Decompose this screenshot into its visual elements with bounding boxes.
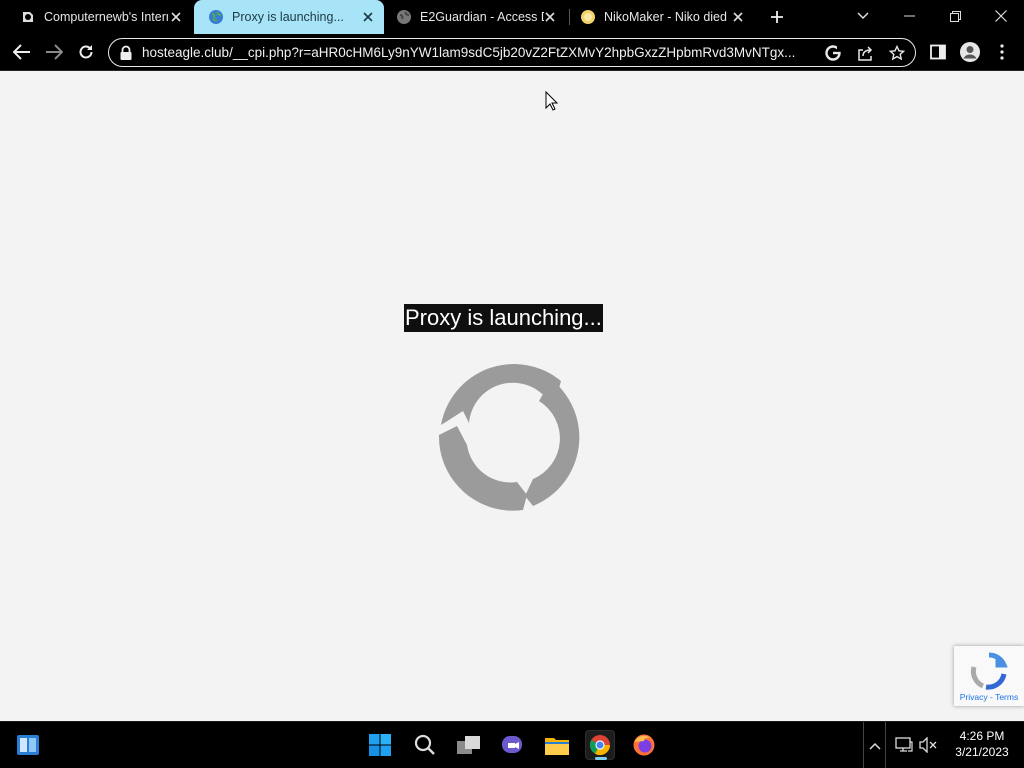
teams-chat-icon[interactable] [498,730,528,760]
computernewb-icon [20,9,36,25]
menu-kebab-icon[interactable] [990,40,1014,64]
close-window-button[interactable] [986,4,1016,28]
globe-gray-icon [396,9,412,25]
tab-title: E2Guardian - Access Denied [420,10,544,24]
search-icon[interactable] [410,730,440,760]
close-tab-icon[interactable] [730,9,746,25]
loading-spinner-icon [438,364,580,511]
recaptcha-badge[interactable]: Privacy - Terms [954,646,1024,706]
task-view-icon[interactable] [454,730,484,760]
address-bar[interactable]: hosteagle.club/__cpi.php?r=aHR0cHM6Ly9nY… [108,38,916,67]
chrome-taskbar-icon[interactable] [585,730,615,760]
tab-title: NikoMaker - Niko died [604,10,727,24]
share-icon[interactable] [855,43,875,63]
active-indicator [595,757,607,760]
recaptcha-icon [970,652,1008,690]
widgets-icon[interactable] [13,730,43,760]
close-tab-icon[interactable] [168,9,184,25]
tab-proxy-launching[interactable]: Proxy is launching... [194,0,384,34]
tab-title: Computernewb's Internet [44,10,168,24]
side-panel-button[interactable] [926,40,950,64]
tab-strip: Computernewb's Internet Proxy is launchi… [0,0,1024,34]
loading-title: Proxy is launching... [404,304,603,332]
tab-nikomaker[interactable]: NikoMaker - Niko died [570,0,754,34]
profile-avatar[interactable] [958,40,982,64]
clock-time: 4:26 PM [959,729,1005,743]
url-text[interactable]: hosteagle.club/__cpi.php?r=aHR0cHM6Ly9nY… [142,45,822,60]
forward-button[interactable] [42,40,66,64]
tab-title: Proxy is launching... [232,10,344,24]
firefox-icon[interactable] [629,730,659,760]
tab-computernewb[interactable]: Computernewb's Internet [0,0,192,34]
tab-e2guardian[interactable]: E2Guardian - Access Denied [386,0,566,34]
taskbar-clock[interactable]: 4:26 PM 3/21/2023 [944,728,1020,760]
volume-muted-icon[interactable] [913,730,943,760]
browser-toolbar: hosteagle.club/__cpi.php?r=aHR0cHM6Ly9nY… [0,34,1024,71]
reload-button[interactable] [74,40,98,64]
restore-button[interactable] [940,4,970,28]
bookmark-star-icon[interactable] [887,43,907,63]
new-tab-button[interactable] [767,7,787,27]
close-tab-icon[interactable] [542,9,558,25]
clock-date: 3/21/2023 [955,745,1009,759]
minimize-button[interactable] [894,4,924,28]
lock-icon[interactable] [119,45,133,61]
niko-icon [580,9,596,25]
page-content: Proxy is launching... Privacy - Terms [0,71,1024,721]
show-hidden-icons-button[interactable] [863,722,886,768]
close-tab-icon[interactable] [360,9,376,25]
tab-search-button[interactable] [848,4,878,28]
start-button[interactable] [365,730,395,760]
taskbar: 4:26 PM 3/21/2023 [0,721,1024,768]
google-lens-icon[interactable] [823,43,843,63]
globe-icon [208,9,224,25]
file-explorer-icon[interactable] [542,730,572,760]
mouse-cursor-icon [545,91,559,111]
back-button[interactable] [10,40,34,64]
recaptcha-links[interactable]: Privacy - Terms [954,692,1024,702]
